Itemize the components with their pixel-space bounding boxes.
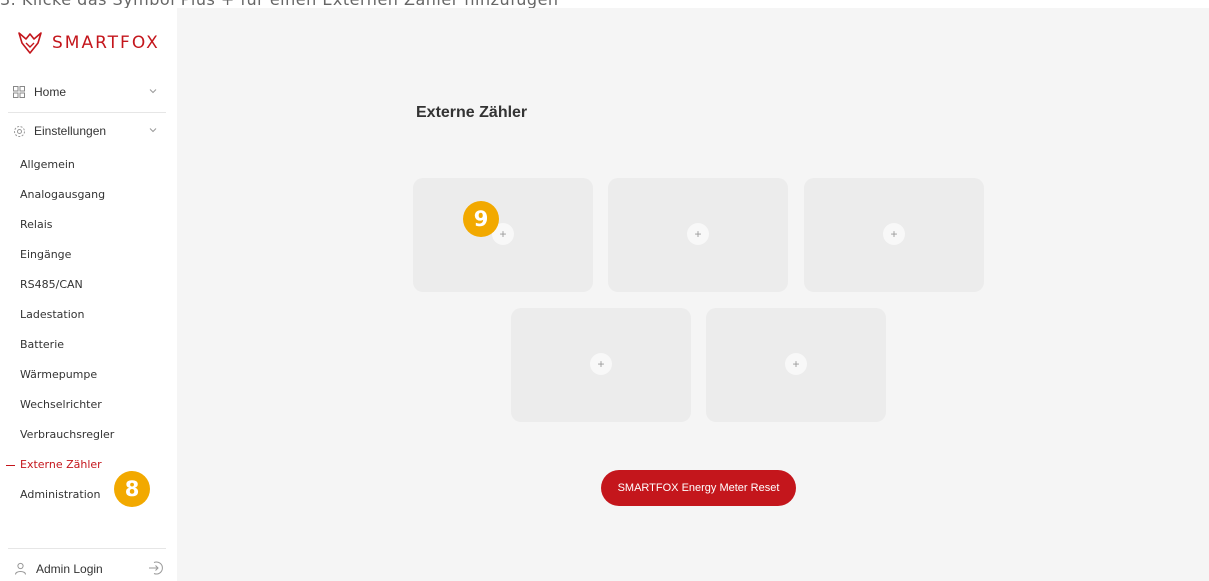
- nav-settings[interactable]: Einstellungen: [0, 112, 177, 150]
- meter-slot[interactable]: +: [706, 308, 886, 422]
- meter-slot[interactable]: +: [608, 178, 788, 292]
- admin-login-label: Admin Login: [36, 562, 103, 576]
- sidebar: SMARTFOX Home Einstellungen Allgemein An…: [0, 8, 177, 581]
- sidebar-item-allgemein[interactable]: Allgemein: [20, 155, 75, 175]
- plus-icon[interactable]: +: [590, 353, 612, 375]
- nav-divider: [8, 548, 166, 549]
- plus-icon[interactable]: +: [785, 353, 807, 375]
- plus-icon[interactable]: +: [687, 223, 709, 245]
- login-icon[interactable]: [148, 561, 164, 578]
- smartfox-logo-icon: [18, 32, 42, 54]
- energy-meter-reset-button[interactable]: SMARTFOX Energy Meter Reset: [601, 470, 796, 506]
- chevron-down-icon: [149, 126, 159, 136]
- grid-icon: [12, 85, 26, 99]
- instruction-text: 3. Klicke das Symbol Plus + für einen Ex…: [0, 0, 559, 8]
- sidebar-item-analogausgang[interactable]: Analogausgang: [20, 185, 105, 205]
- sidebar-item-externe-zaehler[interactable]: Externe Zähler: [6, 455, 102, 475]
- chevron-down-icon: [149, 87, 159, 97]
- plus-icon[interactable]: +: [883, 223, 905, 245]
- step-badge: 8: [114, 471, 150, 507]
- user-icon: [14, 562, 28, 576]
- sidebar-item-wechselrichter[interactable]: Wechselrichter: [20, 395, 102, 415]
- page-title: Externe Zähler: [416, 104, 528, 121]
- brand-name: SMARTFOX: [52, 33, 160, 53]
- admin-login[interactable]: Admin Login: [14, 559, 164, 579]
- instruction-caption: 3. Klicke das Symbol Plus + für einen Ex…: [0, 0, 1209, 8]
- sidebar-item-relais[interactable]: Relais: [20, 215, 53, 235]
- brand-logo[interactable]: SMARTFOX: [16, 28, 160, 58]
- sidebar-item-eingaenge[interactable]: Eingänge: [20, 245, 71, 265]
- sidebar-item-rs485-can[interactable]: RS485/CAN: [20, 275, 83, 295]
- meter-slot[interactable]: +: [511, 308, 691, 422]
- nav-home-label: Home: [34, 85, 67, 99]
- sidebar-item-waermepumpe[interactable]: Wärmepumpe: [20, 365, 97, 385]
- step-badge: 9: [463, 201, 499, 237]
- sidebar-item-administration[interactable]: Administration: [20, 485, 101, 505]
- nav-home[interactable]: Home: [0, 73, 177, 111]
- sidebar-item-batterie[interactable]: Batterie: [20, 335, 64, 355]
- sidebar-item-ladestation[interactable]: Ladestation: [20, 305, 84, 325]
- nav-settings-label: Einstellungen: [34, 124, 107, 138]
- sidebar-item-verbrauchsregler[interactable]: Verbrauchsregler: [20, 425, 114, 445]
- main-content: Externe Zähler + + + + + 9 SMARTFOX Ener…: [177, 8, 1209, 581]
- meter-slot[interactable]: +: [804, 178, 984, 292]
- gear-icon: [12, 124, 26, 138]
- meter-slot[interactable]: +: [413, 178, 593, 292]
